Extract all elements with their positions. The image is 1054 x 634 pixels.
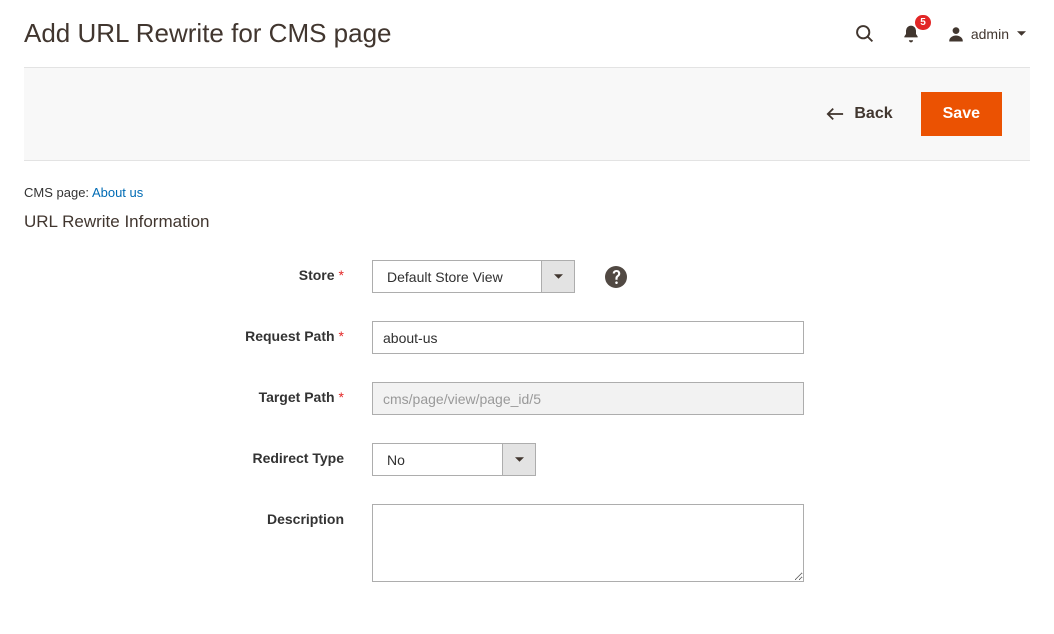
save-button[interactable]: Save [921, 92, 1002, 136]
chevron-down-icon [554, 272, 563, 281]
notification-badge: 5 [915, 15, 931, 30]
description-label: Description [24, 504, 372, 527]
required-mark: * [339, 389, 344, 405]
store-help-tooltip[interactable] [605, 266, 627, 288]
content-area: CMS page: About us URL Rewrite Informati… [0, 161, 1054, 634]
search-icon [854, 23, 875, 44]
cms-page-breadcrumb: CMS page: About us [24, 185, 1030, 200]
admin-account-menu[interactable]: admin [947, 25, 1026, 43]
request-path-input[interactable] [372, 321, 804, 354]
field-row-description: Description [24, 504, 1030, 582]
description-textarea[interactable] [372, 504, 804, 582]
required-mark: * [339, 328, 344, 344]
field-row-redirect-type: Redirect Type No [24, 443, 1030, 476]
target-path-label: Target Path* [24, 382, 372, 405]
arrow-left-icon [826, 107, 844, 121]
action-toolbar: Back Save [24, 67, 1030, 161]
header-actions: 5 admin [854, 23, 1026, 44]
redirect-type-toggle[interactable] [503, 443, 536, 476]
question-icon [612, 270, 621, 284]
field-row-request-path: Request Path* [24, 321, 1030, 354]
target-path-input [372, 382, 804, 415]
cms-page-prefix: CMS page: [24, 185, 92, 200]
chevron-down-icon [1017, 29, 1026, 38]
field-row-store: Store* Default Store View [24, 260, 1030, 293]
section-title: URL Rewrite Information [24, 212, 1030, 232]
back-button[interactable]: Back [826, 105, 892, 123]
store-label: Store* [24, 260, 372, 283]
store-select[interactable]: Default Store View [372, 260, 575, 293]
back-button-label: Back [854, 105, 892, 123]
request-path-label: Request Path* [24, 321, 372, 344]
search-button[interactable] [854, 23, 875, 44]
cms-page-link[interactable]: About us [92, 185, 143, 200]
page-header: Add URL Rewrite for CMS page 5 admin [0, 0, 1054, 67]
store-select-value: Default Store View [372, 260, 542, 293]
store-select-toggle[interactable] [542, 260, 575, 293]
redirect-type-label: Redirect Type [24, 443, 372, 466]
user-icon [947, 25, 965, 43]
redirect-type-value: No [372, 443, 503, 476]
redirect-type-select[interactable]: No [372, 443, 536, 476]
required-mark: * [339, 267, 344, 283]
notifications-button[interactable]: 5 [901, 24, 921, 44]
admin-username: admin [971, 26, 1009, 42]
field-row-target-path: Target Path* [24, 382, 1030, 415]
page-title: Add URL Rewrite for CMS page [24, 18, 392, 49]
chevron-down-icon [515, 455, 524, 464]
